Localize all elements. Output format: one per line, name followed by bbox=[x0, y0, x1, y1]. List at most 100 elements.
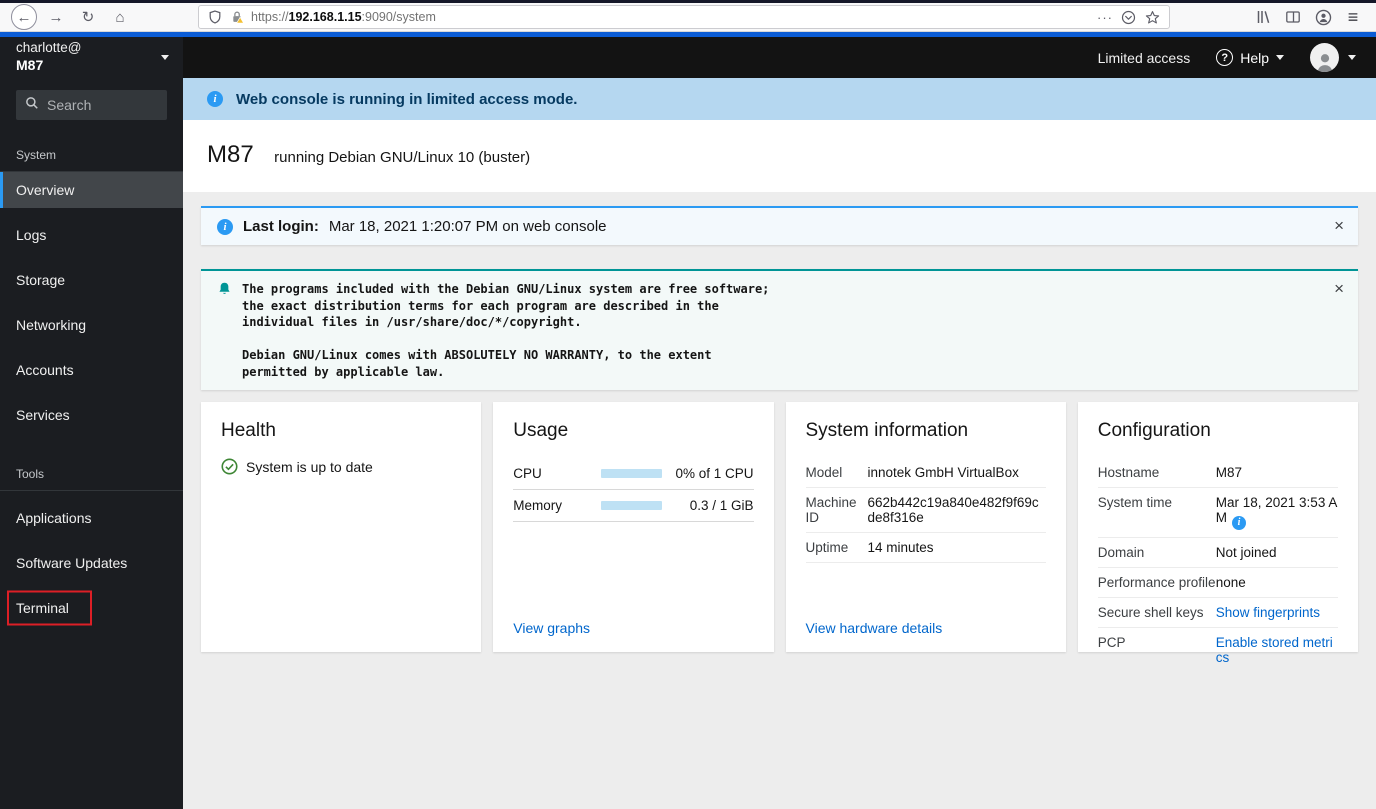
forward-icon: → bbox=[48, 8, 64, 26]
configuration-card: Configuration Hostname M87 System time M… bbox=[1077, 402, 1358, 665]
search-input[interactable] bbox=[47, 97, 158, 113]
close-icon[interactable]: × bbox=[1334, 217, 1344, 234]
url-path: :9090/system bbox=[361, 10, 436, 24]
row-label: PCP bbox=[1097, 634, 1126, 650]
sidebar-item-overview[interactable]: Overview bbox=[0, 172, 183, 208]
sidebar-item-applications[interactable]: Applications bbox=[0, 500, 183, 536]
nav-section-title: Tools bbox=[16, 467, 45, 481]
page-actions-button[interactable]: ··· bbox=[1097, 10, 1113, 25]
view-graphs-link[interactable]: View graphs bbox=[513, 620, 753, 636]
card-title: Health bbox=[221, 420, 276, 442]
reload-button[interactable]: ↻ bbox=[75, 5, 101, 29]
host-switcher[interactable]: charlotte@ M87 bbox=[0, 37, 183, 78]
sidebar-item-accounts[interactable]: Accounts bbox=[0, 352, 183, 388]
enable-stored-metrics-link[interactable]: Enable stored metrics bbox=[1216, 635, 1333, 665]
search-icon bbox=[25, 96, 39, 115]
nav-section-tools: Tools Applications Software Updates Term… bbox=[0, 457, 183, 626]
sidebar-item-software-updates[interactable]: Software Updates bbox=[0, 545, 183, 581]
library-icon[interactable] bbox=[1252, 6, 1274, 28]
sidebar-item-storage[interactable]: Storage bbox=[0, 262, 183, 298]
motd-alert: The programs included with the Debian GN… bbox=[201, 269, 1358, 391]
help-label: Help bbox=[1240, 49, 1269, 66]
page-header: M87 running Debian GNU/Linux 10 (buster) bbox=[183, 120, 1376, 192]
masthead-actions: Limited access ? Help bbox=[1098, 37, 1376, 78]
row-value: Not joined bbox=[1215, 544, 1277, 560]
help-menu[interactable]: ? Help bbox=[1216, 49, 1284, 66]
sidebar-item-logs[interactable]: Logs bbox=[0, 217, 183, 253]
url-text[interactable]: https://192.168.1.15:9090/system bbox=[251, 10, 1087, 24]
masthead: charlotte@ M87 Limited access ? Help bbox=[0, 37, 1376, 78]
url-scheme: https:// bbox=[251, 10, 289, 24]
system-time-row: System time Mar 18, 2021 3:53 AM i bbox=[1097, 488, 1338, 538]
system-information-card: System information Model innotek GmbH Vi… bbox=[785, 402, 1066, 653]
sidebar-item-networking[interactable]: Networking bbox=[0, 307, 183, 343]
info-icon[interactable]: i bbox=[1232, 515, 1246, 530]
sidebar-item-services[interactable]: Services bbox=[0, 397, 183, 433]
motd-text: The programs included with the Debian GN… bbox=[242, 282, 770, 379]
last-login-label: Last login: bbox=[243, 218, 319, 235]
last-login-alert: i Last login: Mar 18, 2021 1:20:07 PM on… bbox=[201, 206, 1358, 245]
row-value: 662b442c19a840e482f9f69cde8f316e bbox=[867, 495, 1039, 526]
memory-progress-bar bbox=[601, 501, 662, 511]
bookmark-star-icon[interactable] bbox=[1143, 6, 1161, 28]
sidebar-toggle-icon[interactable] bbox=[1282, 6, 1304, 28]
row-value: innotek GmbH VirtualBox bbox=[867, 465, 1019, 481]
info-icon: i bbox=[217, 218, 233, 235]
limited-access-label: Limited access bbox=[1097, 49, 1191, 66]
insecure-lock-warning-icon[interactable] bbox=[229, 6, 245, 28]
overview-cards: Health System is up to date Usage CPU 0%… bbox=[201, 402, 1358, 665]
row-label: Machine ID bbox=[805, 495, 857, 526]
machine-id-row: Machine ID 662b442c19a840e482f9f69cde8f3… bbox=[805, 488, 1046, 534]
session-menu[interactable] bbox=[1310, 43, 1356, 72]
url-host: 192.168.1.15 bbox=[288, 10, 362, 24]
browser-chrome: ← → ↻ ⌂ https://192.168.1.15:9090/system… bbox=[0, 0, 1376, 37]
row-label: Domain bbox=[1097, 544, 1145, 560]
url-bar[interactable]: https://192.168.1.15:9090/system ··· bbox=[198, 5, 1170, 29]
row-value: 14 minutes bbox=[867, 540, 934, 556]
usage-card: Usage CPU 0% of 1 CPU Memory 0.3 / 1 GiB… bbox=[493, 402, 774, 653]
cpu-progress-bar bbox=[601, 469, 662, 479]
row-value: none bbox=[1215, 574, 1246, 590]
card-title: System information bbox=[805, 420, 969, 442]
row-value: M87 bbox=[1215, 465, 1243, 481]
uptime-row: Uptime 14 minutes bbox=[805, 533, 1046, 564]
hostname-label: M87 bbox=[16, 57, 44, 74]
info-icon: i bbox=[207, 91, 223, 107]
memory-label: Memory bbox=[513, 498, 563, 514]
memory-usage-row: Memory 0.3 / 1 GiB bbox=[513, 490, 754, 523]
row-label: Secure shell keys bbox=[1097, 604, 1204, 620]
row-value: Mar 18, 2021 3:53 AM i bbox=[1216, 495, 1338, 530]
banner-text: Web console is running in limited access… bbox=[236, 90, 578, 108]
firefox-account-icon[interactable] bbox=[1312, 6, 1334, 28]
pocket-icon[interactable] bbox=[1119, 6, 1137, 28]
memory-value: 0.3 / 1 GiB bbox=[689, 498, 754, 514]
back-icon: ← bbox=[16, 8, 32, 26]
chevron-down-icon bbox=[161, 55, 169, 60]
row-label: System time bbox=[1097, 495, 1173, 511]
sidebar-search[interactable] bbox=[16, 90, 167, 120]
card-title: Usage bbox=[513, 420, 569, 442]
main-area: i Web console is running in limited acce… bbox=[183, 78, 1376, 809]
tracking-protection-shield-icon[interactable] bbox=[207, 6, 223, 28]
row-label: Uptime bbox=[805, 540, 849, 556]
sidebar-item-terminal[interactable]: Terminal bbox=[0, 590, 183, 626]
success-check-icon bbox=[221, 458, 238, 475]
divider bbox=[0, 490, 183, 491]
back-button[interactable]: ← bbox=[11, 4, 37, 30]
row-value: Enable stored metrics bbox=[1216, 635, 1338, 665]
help-icon: ? bbox=[1216, 49, 1234, 66]
row-label: Hostname bbox=[1097, 465, 1160, 481]
page-subtitle: running Debian GNU/Linux 10 (buster) bbox=[274, 149, 531, 166]
view-hardware-details-link[interactable]: View hardware details bbox=[806, 620, 1046, 636]
cpu-label: CPU bbox=[513, 466, 542, 482]
sidebar-item-label: Terminal bbox=[16, 600, 69, 616]
secure-shell-keys-row: Secure shell keys Show fingerprints bbox=[1097, 598, 1338, 628]
close-icon[interactable]: × bbox=[1334, 280, 1344, 297]
show-fingerprints-link[interactable]: Show fingerprints bbox=[1216, 605, 1320, 620]
performance-profile-row: Performance profile none bbox=[1097, 568, 1338, 598]
avatar bbox=[1310, 43, 1339, 72]
hamburger-menu-icon[interactable]: ≡ bbox=[1342, 6, 1364, 28]
cpu-usage-row: CPU 0% of 1 CPU bbox=[513, 458, 754, 491]
home-button[interactable]: ⌂ bbox=[107, 5, 133, 29]
forward-button[interactable]: → bbox=[43, 5, 69, 29]
